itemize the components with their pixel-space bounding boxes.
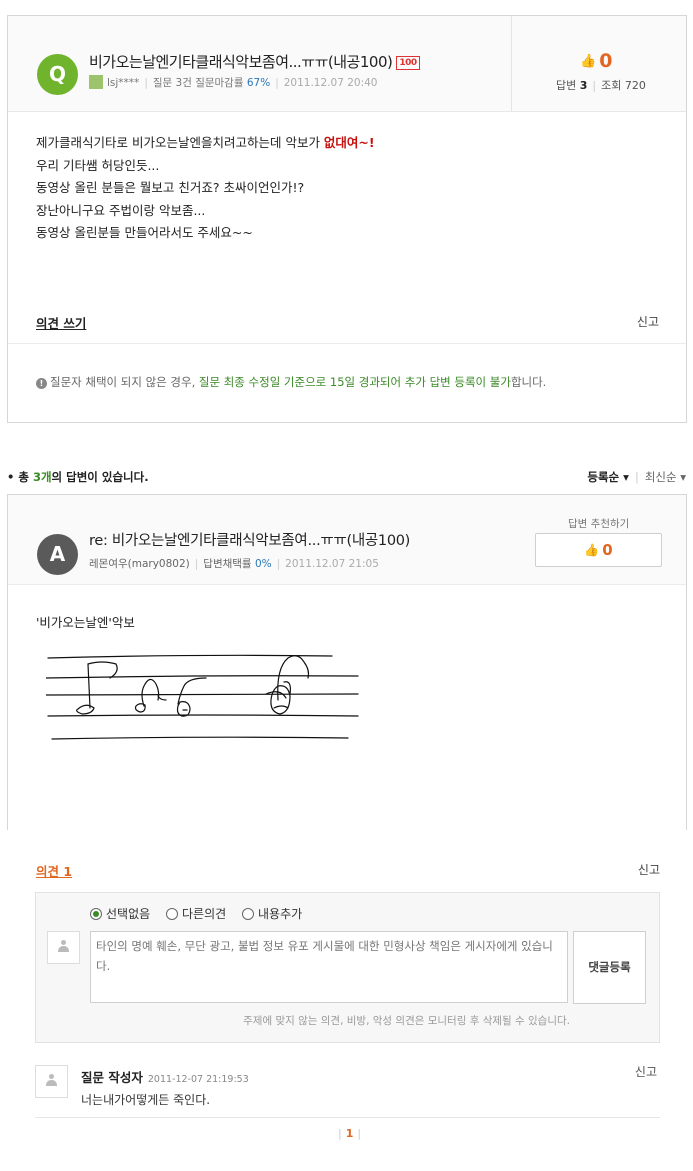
sort-options: 등록순 ▾ | 최신순 ▾ [587,470,686,484]
question-notice: ! 질문자 채택이 되지 않은 경우, 질문 최종 수정일 기준으로 15일 경과… [8,343,686,422]
question-counts: 답변 3 | 조회 720 [556,79,646,92]
question-meta: lsj**** | 질문 3건 질문마감률 67% | 2011.12.07 20:40 [89,75,377,90]
write-opinion-link[interactable]: 의견 쓰기 [36,313,86,332]
info-icon: ! [36,378,47,389]
moderation-note: 주제에 맞지 않는 의견, 비방, 악성 의견은 모니터링 후 삭제될 수 있습… [243,1015,570,1027]
report-question-link[interactable]: 신고 [637,313,659,330]
question-likes[interactable]: 👍 0 [580,50,612,72]
answers-summary: • 총 3개의 답변이 있습니다. [7,470,149,484]
reward-badge: 100 [396,56,420,70]
answer-avatar: A [37,534,78,575]
question-line: 우리 기타쌤 허당인듯... [36,157,160,173]
answer-body: '비가오는날엔'악보 [36,615,135,630]
thumbs-up-icon: 👍 [584,543,600,557]
question-header: Q 비가오는날엔기타클래식악보좀여...ㅠㅠ(내공100) 100 lsj****… [8,16,686,112]
adopt-rate: 0% [254,558,272,570]
question-card: Q 비가오는날엔기타클래식악보좀여...ㅠㅠ(내공100) 100 lsj****… [7,15,687,423]
question-line: 장난아니구요 주법이랑 악보좀... [36,202,206,218]
handwritten-sheet-music [46,654,359,740]
report-comment-link[interactable]: 신고 [635,1063,657,1080]
question-date: 2011.12.07 20:40 [283,77,378,89]
answer-date: 2011.12.07 21:05 [285,558,379,570]
user-icon [58,940,69,953]
answer-card: A re: 비가오는날엔기타클래식악보좀여...ㅠㅠ(내공100) 레몬여우(m… [7,494,687,830]
page-current[interactable]: 1 [346,1127,354,1140]
thumbs-up-icon: 👍 [580,54,597,69]
question-line: 동영상 올린 분들은 뭘보고 친거죠? 초싸이언인가!? [36,180,305,195]
radio-add-content[interactable]: 내용추가 [242,905,302,922]
answer-meta: 레몬여우(mary0802) | 답변채택률 0% | 2011.12.07 21:05 [89,558,379,570]
commenter-avatar [47,931,80,964]
radio-button[interactable] [90,907,102,920]
close-rate: 67% [246,77,271,89]
close-rate-label: 질문마감률 [195,77,244,89]
radio-other-opinion[interactable]: 다른의견 [166,905,226,922]
answer-header: A re: 비가오는날엔기타클래식악보좀여...ㅠㅠ(내공100) 레몬여우(m… [8,495,686,585]
author-mini-avatar [89,75,103,89]
question-stats: 👍 0 답변 3 | 조회 720 [511,16,686,111]
pagination: | 1 | [338,1127,362,1140]
recommend-button[interactable]: 👍 0 [535,533,662,567]
user-icon [46,1074,57,1087]
opinion-count-tab[interactable]: 의견 1 [36,861,72,880]
sort-by-latest[interactable]: 최신순 ▾ [645,470,686,484]
question-count: 질문 3건 [152,77,192,89]
comment-text: 너는내가어떻게든 죽인다. [81,1093,211,1107]
radio-no-selection[interactable]: 선택없음 [90,905,150,922]
question-line-1: 제가클래식기타로 비가오는날엔을치려고하는데 악보가 없대여~! [36,135,375,150]
comment-submit-button[interactable]: 댓글등록 [573,931,646,1004]
report-answer-link[interactable]: 신고 [638,861,660,878]
notice-text: ! 질문자 채택이 되지 않은 경우, 질문 최종 수정일 기준으로 15일 경과… [36,374,546,390]
sort-by-registered[interactable]: 등록순 ▾ [587,470,629,484]
radio-button[interactable] [166,907,178,920]
comment-date: 2011-12-07 21:19:53 [147,1074,249,1085]
comment-type-radios: 선택없음 다른의견 내용추가 [90,905,314,923]
question-author[interactable]: lsj**** [107,77,139,89]
chevron-down-icon: ▾ [680,470,686,484]
view-count: 720 [624,79,646,92]
comment-author: 질문 작성자 2011-12-07 21:19:53 [81,1070,249,1085]
question-body: 제가클래식기타로 비가오는날엔을치려고하는데 악보가 없대여~! 우리 기타쌤 … [36,132,375,245]
answer-title: re: 비가오는날엔기타클래식악보좀여...ㅠㅠ(내공100) [89,533,411,549]
question-line: 동영상 올린분들 만들어라서도 주세요~~ [36,225,253,240]
radio-button[interactable] [242,907,254,920]
answer-count: 3 [579,79,588,92]
comment-item: 질문 작성자 2011-12-07 21:19:53 신고 너는내가어떻게든 죽인… [35,1059,660,1118]
question-title: 비가오는날엔기타클래식악보좀여...ㅠㅠ(내공100) 100 [89,51,420,72]
question-avatar: Q [37,54,78,95]
comment-author-avatar [35,1065,68,1098]
recommend-label: 답변 추천하기 [568,518,630,530]
comment-input[interactable] [90,931,568,1003]
chevron-down-icon: ▾ [623,470,629,484]
answer-author[interactable]: 레몬여우(mary0802) [89,558,190,570]
comment-form: 선택없음 다른의견 내용추가 댓글등록 주제에 맞지 않는 의견, 비방, 악성… [35,892,660,1043]
